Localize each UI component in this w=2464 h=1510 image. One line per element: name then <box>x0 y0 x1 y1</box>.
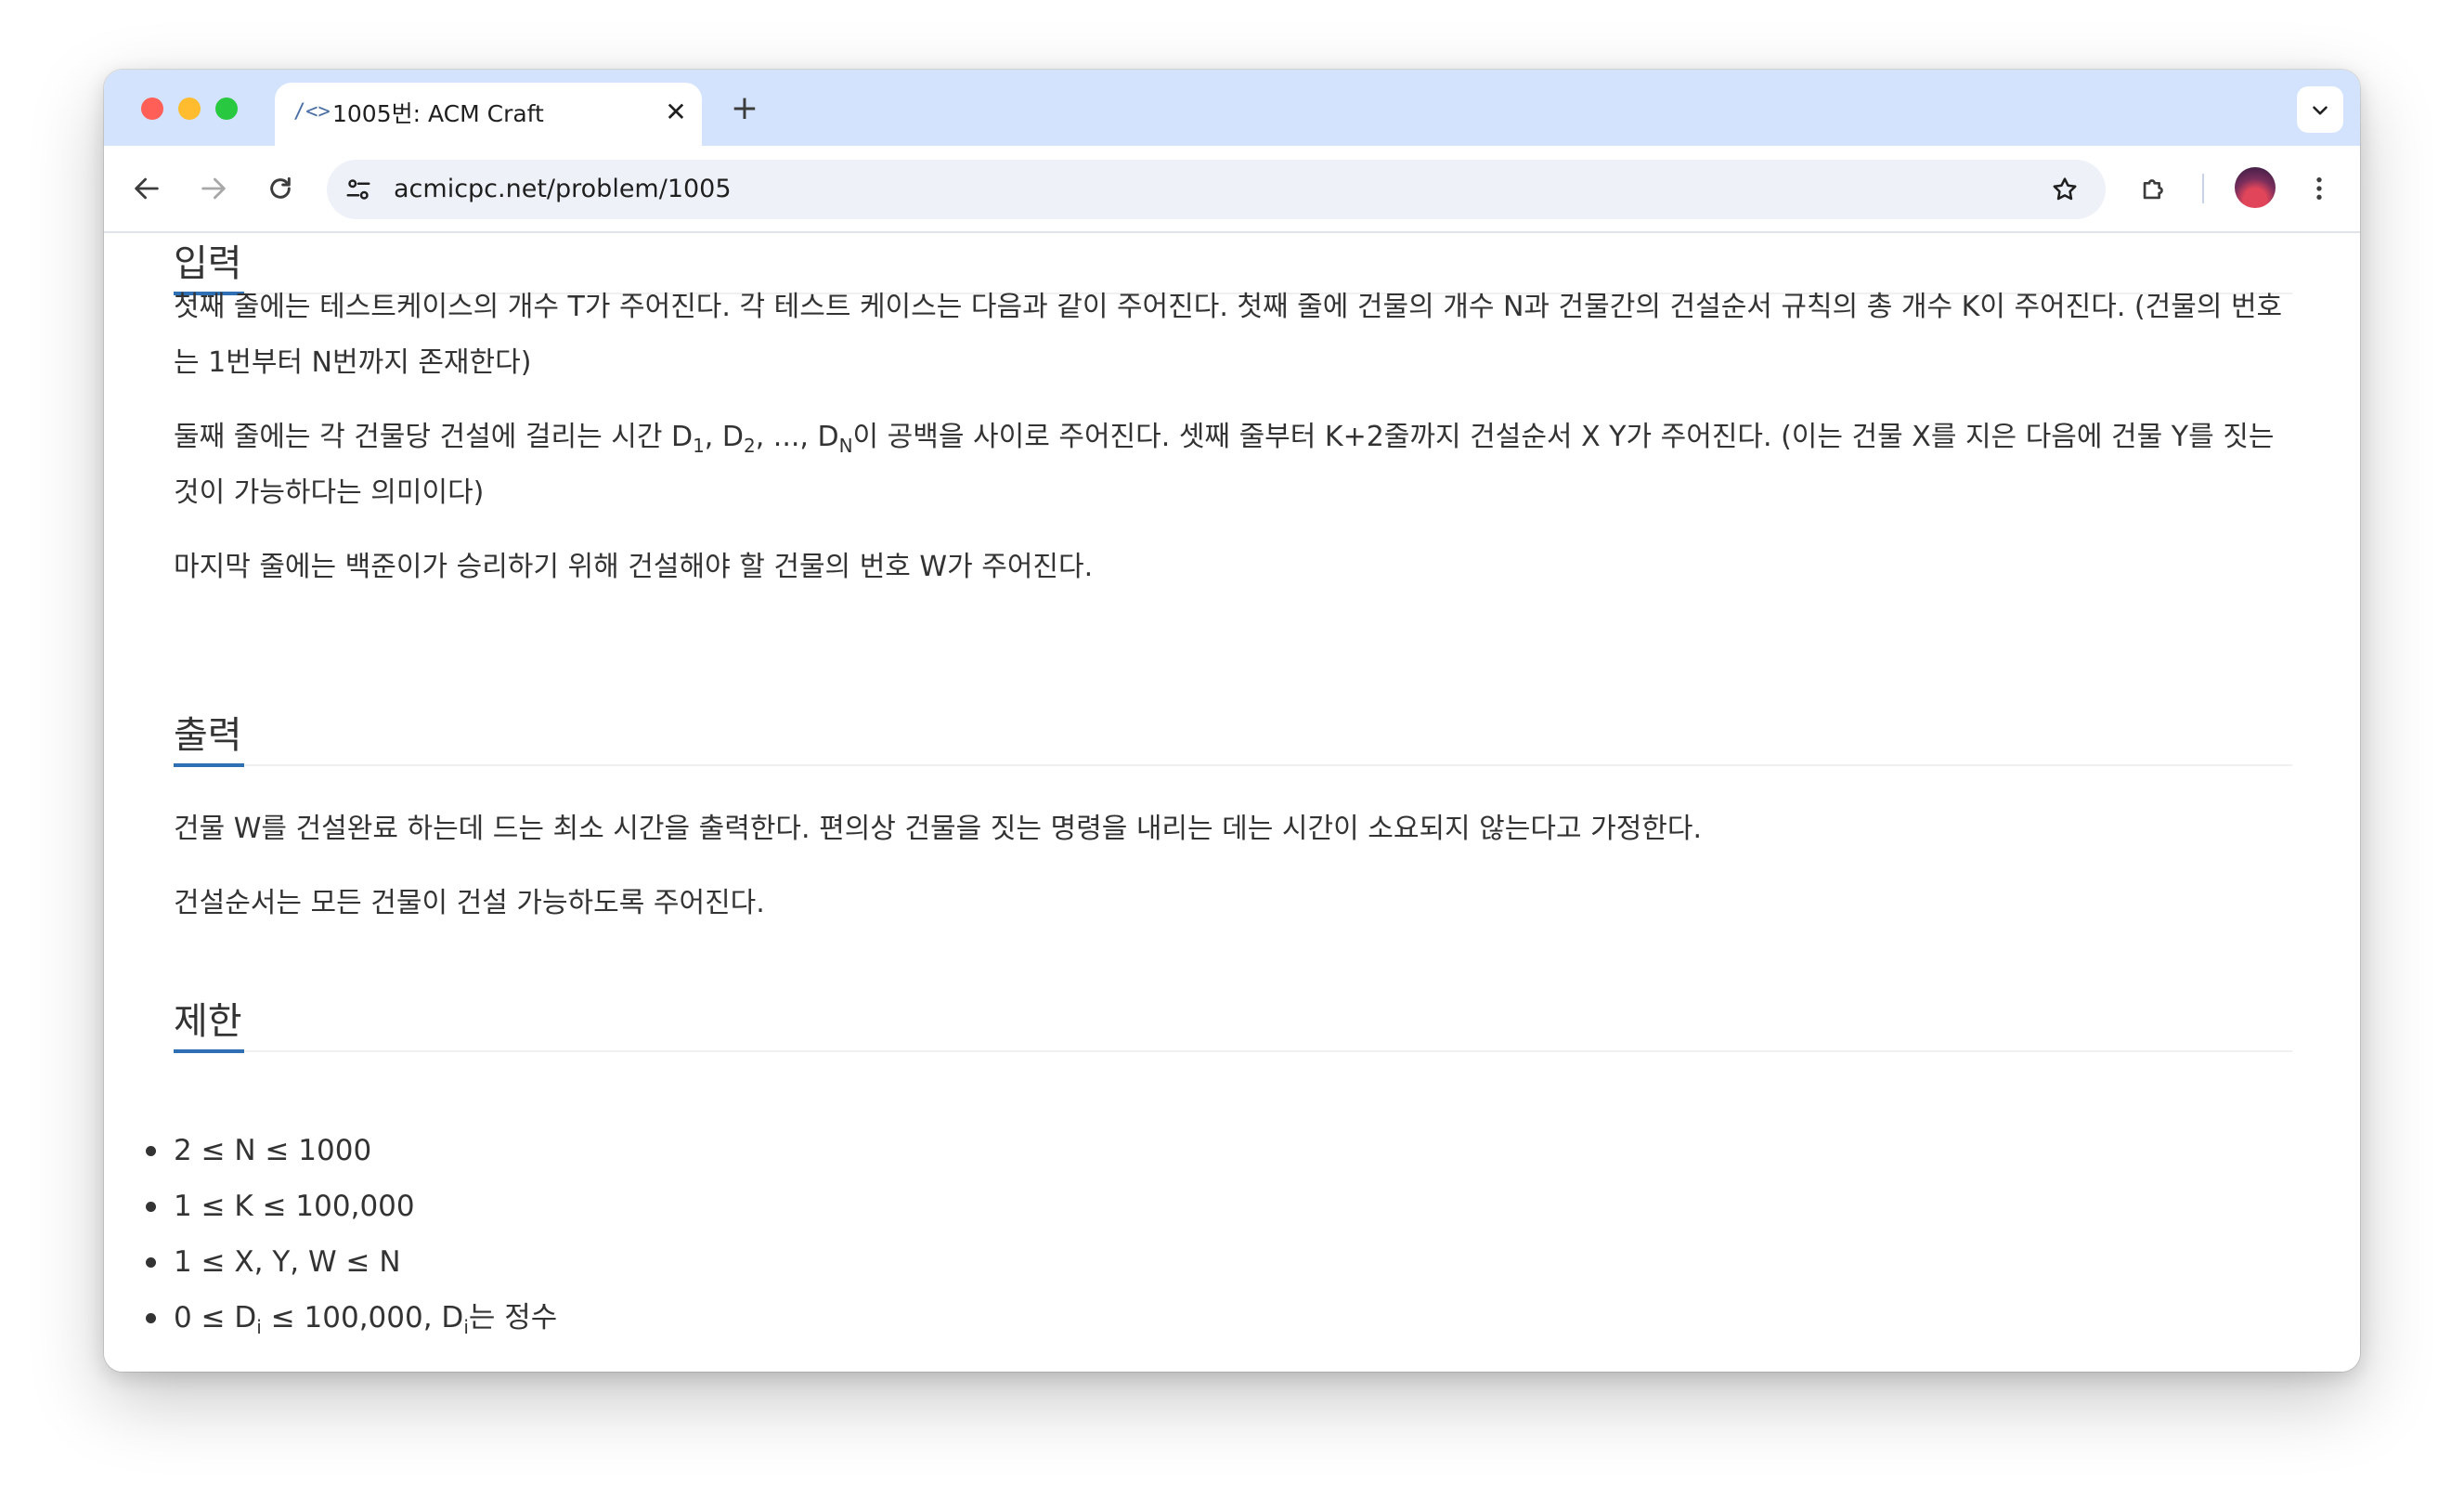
input-paragraph-1: 첫째 줄에는 테스트케이스의 개수 T가 주어진다. 각 테스트 케이스는 다음… <box>174 280 2300 391</box>
input-paragraph-3: 마지막 줄에는 백준이가 승리하기 위해 건설해야 할 건물의 번호 W가 주어… <box>174 540 2300 595</box>
bookmark-button[interactable] <box>2044 169 2085 210</box>
section-divider <box>174 764 2292 766</box>
bullet <box>146 1202 156 1212</box>
avatar[interactable] <box>2235 167 2276 208</box>
limits-section-title: 제한 <box>174 1000 242 1043</box>
list-item: 2 ≤ N ≤ 1000 <box>146 1123 557 1178</box>
subscript: N <box>838 435 853 457</box>
tab-strip: /<> 1005번: ACM Craft ✕ + <box>104 70 2360 146</box>
limits-list: 2 ≤ N ≤ 1000 1 ≤ K ≤ 100,000 1 ≤ X, Y, W… <box>146 1123 558 1346</box>
section-title-underline <box>174 1049 244 1053</box>
arrow-right-icon <box>201 177 226 200</box>
output-paragraph-1: 건물 W를 건설완료 하는데 드는 최소 시간을 출력한다. 편의상 건물을 짓… <box>174 801 2300 857</box>
toolbar-divider <box>2202 174 2204 203</box>
tab-active[interactable]: /<> 1005번: ACM Craft ✕ <box>275 83 702 146</box>
text-segment: 0 ≤ D <box>174 1301 257 1334</box>
limit-text: 1 ≤ X, Y, W ≤ N <box>174 1245 401 1279</box>
list-item: 0 ≤ Di ≤ 100,000, Di는 정수 <box>146 1290 558 1346</box>
chevron-down-icon <box>2313 105 2328 115</box>
tab-title: 1005번: ACM Craft <box>332 100 544 127</box>
subscript: 2 <box>743 435 756 457</box>
text-segment: 는 정수 <box>468 1301 558 1334</box>
text-segment: ≤ 100,000, D <box>261 1301 464 1334</box>
puzzle-icon <box>2143 179 2163 200</box>
input-paragraph-2: 둘째 줄에는 각 건물당 건설에 걸리는 시간 D1, D2, ..., DN이… <box>174 410 2300 521</box>
text-segment: , ..., D <box>755 421 839 453</box>
output-section-title: 출력 <box>174 714 242 757</box>
bullet <box>146 1313 156 1323</box>
limit-text: 1 ≤ K ≤ 100,000 <box>174 1190 415 1223</box>
reload-icon <box>270 176 291 199</box>
list-item: 1 ≤ X, Y, W ≤ N <box>146 1234 557 1290</box>
output-paragraph-1-text: 건물 W를 건설완료 하는데 드는 최소 시간을 출력한다. 편의상 건물을 짓… <box>174 813 1703 845</box>
more-vertical-icon <box>2316 177 2322 200</box>
star-icon <box>2053 177 2077 201</box>
close-window-button[interactable] <box>141 98 163 120</box>
text-segment: , D <box>704 421 744 453</box>
tab-search-button[interactable] <box>2297 86 2343 133</box>
extensions-button[interactable] <box>2132 166 2176 211</box>
section-divider <box>174 1050 2292 1052</box>
browser-window: /<> 1005번: ACM Craft ✕ + acmicpc.net/pro… <box>104 70 2360 1372</box>
close-tab-icon[interactable]: ✕ <box>659 96 693 129</box>
toolbar: acmicpc.net/problem/1005 <box>104 146 2360 233</box>
url-text[interactable]: acmicpc.net/problem/1005 <box>394 160 732 219</box>
arrow-left-icon <box>135 177 159 200</box>
text-segment: 둘째 줄에는 각 건물당 건설에 걸리는 시간 D <box>174 421 694 453</box>
new-tab-button[interactable]: + <box>726 90 763 127</box>
browser-menu-button[interactable] <box>2297 166 2341 211</box>
page-content: 입력 첫째 줄에는 테스트케이스의 개수 T가 주어진다. 각 테스트 케이스는… <box>104 233 2360 1372</box>
bullet <box>146 1146 156 1156</box>
limit-text: 2 ≤ N ≤ 1000 <box>174 1134 372 1167</box>
forward-button[interactable] <box>191 166 236 211</box>
back-button[interactable] <box>124 166 169 211</box>
zoom-window-button[interactable] <box>215 98 238 120</box>
list-item: 1 ≤ K ≤ 100,000 <box>146 1178 557 1234</box>
site-info-button[interactable] <box>340 171 377 208</box>
output-paragraph-2: 건설순서는 모든 건물이 건설 가능하도록 주어진다. <box>174 876 2300 931</box>
reload-button[interactable] <box>258 166 303 211</box>
output-paragraph-2-text: 건설순서는 모든 건물이 건설 가능하도록 주어진다. <box>174 887 765 919</box>
tune-icon <box>346 179 370 200</box>
address-bar[interactable]: acmicpc.net/problem/1005 <box>327 160 2106 219</box>
minimize-window-button[interactable] <box>178 98 201 120</box>
input-paragraph-3-text: 마지막 줄에는 백준이가 승리하기 위해 건설해야 할 건물의 번호 W가 주어… <box>174 551 1094 583</box>
bullet <box>146 1257 156 1268</box>
input-paragraph-1-text: 첫째 줄에는 테스트케이스의 개수 T가 주어진다. 각 테스트 케이스는 다음… <box>174 291 2283 379</box>
code-favicon-icon: /<> <box>293 100 331 124</box>
section-title-underline <box>174 763 244 767</box>
subscript: 1 <box>693 435 705 457</box>
